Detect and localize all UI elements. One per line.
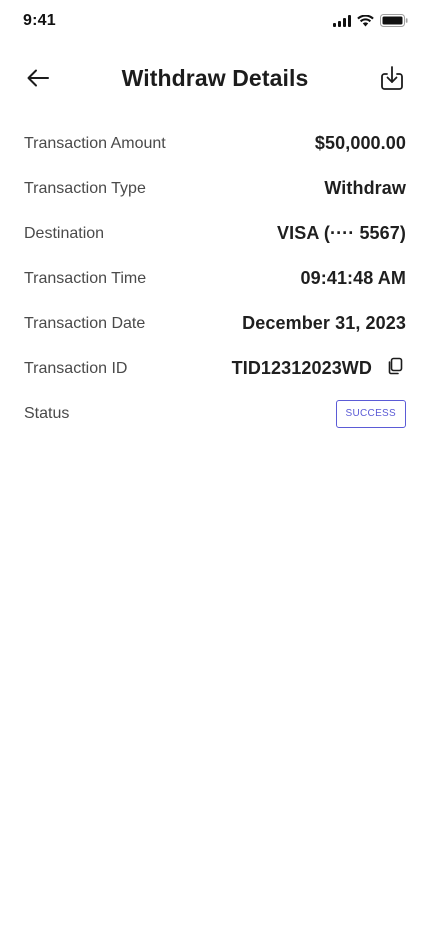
transaction-amount-value: $50,000.00 <box>314 133 406 153</box>
status-badge: SUCCESS <box>335 399 406 428</box>
transaction-id-group: TID12312023WD <box>231 357 406 380</box>
status-time: 9:41 <box>23 12 56 29</box>
detail-row-time: Transaction Time 09:41:48 AM <box>24 256 406 301</box>
detail-label: Transaction ID <box>24 359 128 377</box>
battery-icon <box>380 14 408 32</box>
transaction-details-list: Transaction Amount $50,000.00 Transactio… <box>24 121 406 436</box>
detail-row-amount: Transaction Amount $50,000.00 <box>24 121 406 166</box>
detail-label: Status <box>24 404 70 422</box>
transaction-date-value: December 31, 2023 <box>242 313 406 333</box>
status-bar: 9:41 <box>0 0 430 44</box>
detail-row-type: Transaction Type Withdraw <box>24 166 406 211</box>
page-title: Withdraw Details <box>121 65 309 91</box>
transaction-type-value: Withdraw <box>324 178 406 198</box>
copy-button[interactable] <box>384 357 406 380</box>
transaction-id-value: TID12312023WD <box>231 358 372 378</box>
download-button[interactable] <box>376 64 408 96</box>
detail-row-destination: Destination VISA (···· 5567) <box>24 211 406 256</box>
transaction-time-value: 09:41:48 AM <box>300 268 406 288</box>
detail-label: Destination <box>24 224 105 242</box>
status-icons <box>333 14 408 32</box>
wifi-icon <box>357 14 374 32</box>
detail-label: Transaction Type <box>24 179 146 197</box>
copy-icon <box>386 357 404 380</box>
detail-label: Transaction Amount <box>24 134 166 152</box>
detail-label: Transaction Time <box>24 269 147 287</box>
detail-row-date: Transaction Date December 31, 2023 <box>24 301 406 346</box>
destination-value: VISA (···· 5567) <box>277 223 406 243</box>
detail-row-status: Status SUCCESS <box>24 391 406 436</box>
header: Withdraw Details <box>0 56 430 104</box>
detail-label: Transaction Date <box>24 314 146 332</box>
detail-row-id: Transaction ID TID12312023WD <box>24 346 406 391</box>
download-icon <box>379 65 405 96</box>
cellular-signal-icon <box>333 14 351 32</box>
withdraw-details-screen: 9:41 Withdraw Details Transaction Amount… <box>0 0 430 932</box>
